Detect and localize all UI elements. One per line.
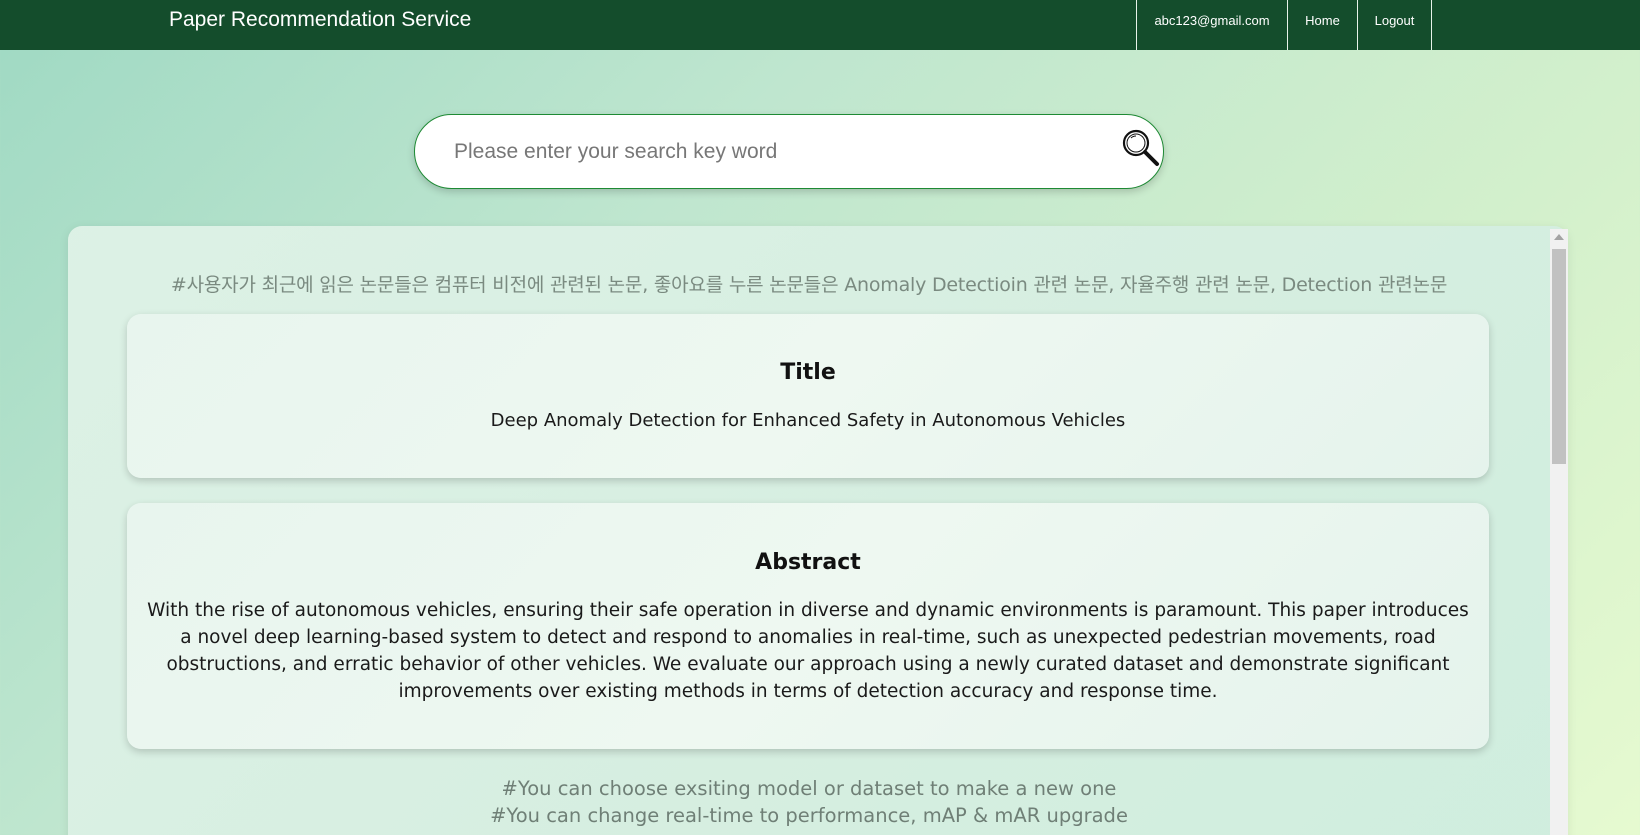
app-title[interactable]: Paper Recommendation Service [169, 8, 471, 32]
scroll-up-arrow-icon[interactable] [1554, 234, 1564, 240]
search-bar [414, 114, 1164, 189]
hint-notes: #You can choose exsiting model or datase… [70, 775, 1548, 829]
hint-note: #You can choose exsiting model or datase… [501, 777, 1117, 800]
panel-scrollbar[interactable] [1550, 229, 1568, 835]
nav-home-link[interactable]: Home [1287, 0, 1357, 50]
paper-abstract: With the rise of autonomous vehicles, en… [147, 600, 1469, 702]
hint-note: #You can change real-time to performance… [490, 804, 1128, 827]
scroll-thumb[interactable] [1552, 249, 1566, 464]
nav-logout-link[interactable]: Logout [1357, 0, 1432, 50]
paper-title[interactable]: Deep Anomaly Detection for Enhanced Safe… [127, 407, 1489, 434]
paper-title-card: Title Deep Anomaly Detection for Enhance… [127, 314, 1489, 478]
title-heading: Title [780, 360, 836, 385]
top-navbar: Paper Recommendation Service abc123@gmai… [0, 0, 1640, 50]
abstract-heading: Abstract [755, 550, 861, 575]
paper-abstract-card: Abstract With the rise of autonomous veh… [127, 503, 1489, 749]
nav-user-email[interactable]: abc123@gmail.com [1136, 0, 1287, 50]
search-icon[interactable] [1121, 128, 1161, 168]
user-interest-summary: #사용자가 최근에 읽은 논문들은 컴퓨터 비전에 관련된 논문, 좋아요를 누… [170, 274, 1448, 296]
search-input[interactable] [452, 131, 1096, 173]
nav-menu: abc123@gmail.com Home Logout [1136, 0, 1432, 50]
